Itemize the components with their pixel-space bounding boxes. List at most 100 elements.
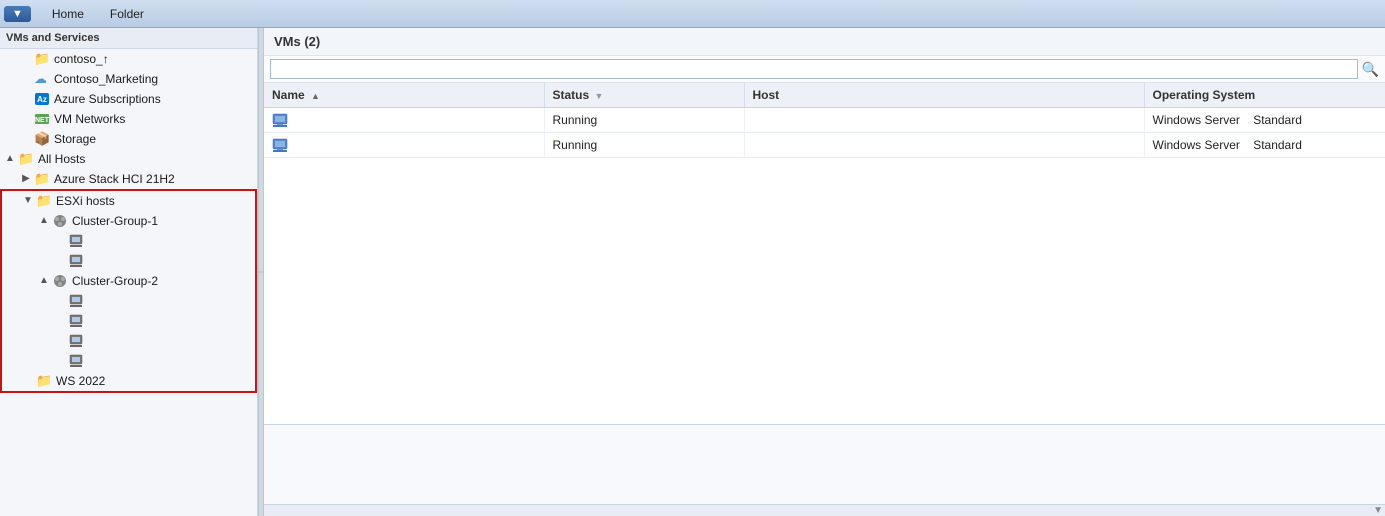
esxi-section: ▼ 📁 ESXi hosts ▲ Cluster-Group-1 [0,189,257,393]
vm-os-cell: Windows Server Standard [1144,133,1385,158]
folder-icon: 📁 [36,373,52,389]
expand-arrow [54,355,66,367]
sidebar-item-label: Azure Stack HCI 21H2 [54,172,175,186]
expand-arrow: ▲ [38,215,50,227]
sidebar-item-contoso[interactable]: 📁 contoso_↑ [0,49,257,69]
cluster-icon [52,213,68,229]
host-icon [68,233,84,249]
scroll-indicator: ▼ [1373,505,1383,516]
expand-arrow [20,73,32,85]
sidebar-item-vm-networks[interactable]: NET VM Networks [0,109,257,129]
sidebar-item-label: All Hosts [38,152,85,166]
top-bar: ▼ Home Folder [0,0,1385,28]
host-icon [68,353,84,369]
host-icon [68,333,84,349]
sidebar-item-contoso-marketing[interactable]: ☁ Contoso_Marketing [0,69,257,89]
search-bar: 🔍 [264,56,1385,83]
vm-host-cell [744,108,1144,133]
expand-arrow [20,53,32,65]
svg-text:Az: Az [37,95,47,104]
vm-status-cell: Running [544,108,744,133]
folder-icon: 📁 [18,151,34,167]
sidebar-item-storage[interactable]: 📦 Storage [0,129,257,149]
sidebar-item-label: Storage [54,132,96,146]
col-os[interactable]: Operating System [1144,83,1385,108]
col-host[interactable]: Host [744,83,1144,108]
network-icon: NET [34,111,50,127]
search-icon: 🔍 [1362,61,1379,78]
sidebar-item-cg1-host1[interactable] [2,231,255,251]
expand-arrow-allhosts: ▲ [4,153,16,165]
filter-icon: ▼ [595,91,604,101]
expand-arrow [54,235,66,247]
table-row[interactable]: Running Windows Server Standard [264,108,1385,133]
sidebar-item-ws2022[interactable]: 📁 WS 2022 [2,371,255,391]
expand-arrow [54,255,66,267]
sidebar-item-all-hosts[interactable]: ▲ 📁 All Hosts [0,149,257,169]
col-status[interactable]: Status ▼ [544,83,744,108]
tab-home[interactable]: Home [39,2,97,26]
expand-arrow: ▲ [38,275,50,287]
sort-icon: ▲ [311,91,320,101]
content-area: VMs (2) 🔍 Name ▲ Status ▼ [264,28,1385,516]
col-name[interactable]: Name ▲ [264,83,544,108]
host-icon [68,313,84,329]
azure-icon: Az [34,91,50,107]
sidebar-item-label: Azure Subscriptions [54,92,161,106]
svg-text:NET: NET [35,117,50,124]
app-logo[interactable]: ▼ [4,6,31,22]
vm-name-cell [264,108,544,133]
storage-icon: 📦 [34,131,50,147]
expand-arrow: ▼ [22,195,34,207]
expand-arrow [54,295,66,307]
sidebar-item-cluster-group-1[interactable]: ▲ Cluster-Group-1 [2,211,255,231]
scrollbar-hint: ▼ [264,504,1385,516]
sidebar-item-label: contoso_↑ [54,52,109,66]
bottom-panel [264,424,1385,504]
folder-icon: 📁 [34,171,50,187]
content-header: VMs (2) [264,28,1385,56]
sidebar-item-label: Cluster-Group-1 [72,214,158,228]
sidebar-item-azure-subscriptions[interactable]: Az Azure Subscriptions [0,89,257,109]
vm-host-cell [744,133,1144,158]
sidebar-item-cg2-host4[interactable] [2,351,255,371]
tab-folder[interactable]: Folder [97,2,157,26]
vm-table: Name ▲ Status ▼ Host Operating System [264,83,1385,424]
vms-table: Name ▲ Status ▼ Host Operating System [264,83,1385,158]
vm-icon [272,112,288,128]
sidebar-item-label: Cluster-Group-2 [72,274,158,288]
col-name-label: Name [272,88,305,102]
sidebar-item-azure-stack[interactable]: ▶ 📁 Azure Stack HCI 21H2 [0,169,257,189]
cloud-icon: ☁ [34,71,50,87]
sidebar-item-cg1-host2[interactable] [2,251,255,271]
expand-arrow [54,335,66,347]
sidebar-item-esxi-hosts[interactable]: ▼ 📁 ESXi hosts [2,191,255,211]
sidebar: VMs and Services 📁 contoso_↑ ☁ Contoso_M… [0,28,258,516]
table-header-row: Name ▲ Status ▼ Host Operating System [264,83,1385,108]
vm-icon [272,137,288,153]
expand-arrow: ▶ [20,173,32,185]
col-host-label: Host [753,88,780,102]
sidebar-section-title: VMs and Services [0,28,257,49]
col-os-label: Operating System [1153,88,1256,102]
search-input[interactable] [270,59,1358,79]
expand-arrow [22,375,34,387]
cluster-icon [52,273,68,289]
host-icon [68,293,84,309]
expand-arrow [20,133,32,145]
sidebar-item-label: ESXi hosts [56,194,115,208]
host-icon [68,253,84,269]
main-layout: VMs and Services 📁 contoso_↑ ☁ Contoso_M… [0,28,1385,516]
vm-status-cell: Running [544,133,744,158]
table-row[interactable]: Running Windows Server Standard [264,133,1385,158]
expand-arrow [20,93,32,105]
col-status-label: Status [553,88,590,102]
sidebar-item-cluster-group-2[interactable]: ▲ Cluster-Group-2 [2,271,255,291]
sidebar-item-cg2-host3[interactable] [2,331,255,351]
folder-icon: 📁 [36,193,52,209]
sidebar-item-cg2-host1[interactable] [2,291,255,311]
vm-os-cell: Windows Server Standard [1144,108,1385,133]
folder-icon: 📁 [34,51,50,67]
sidebar-item-cg2-host2[interactable] [2,311,255,331]
vm-name-cell [264,133,544,158]
